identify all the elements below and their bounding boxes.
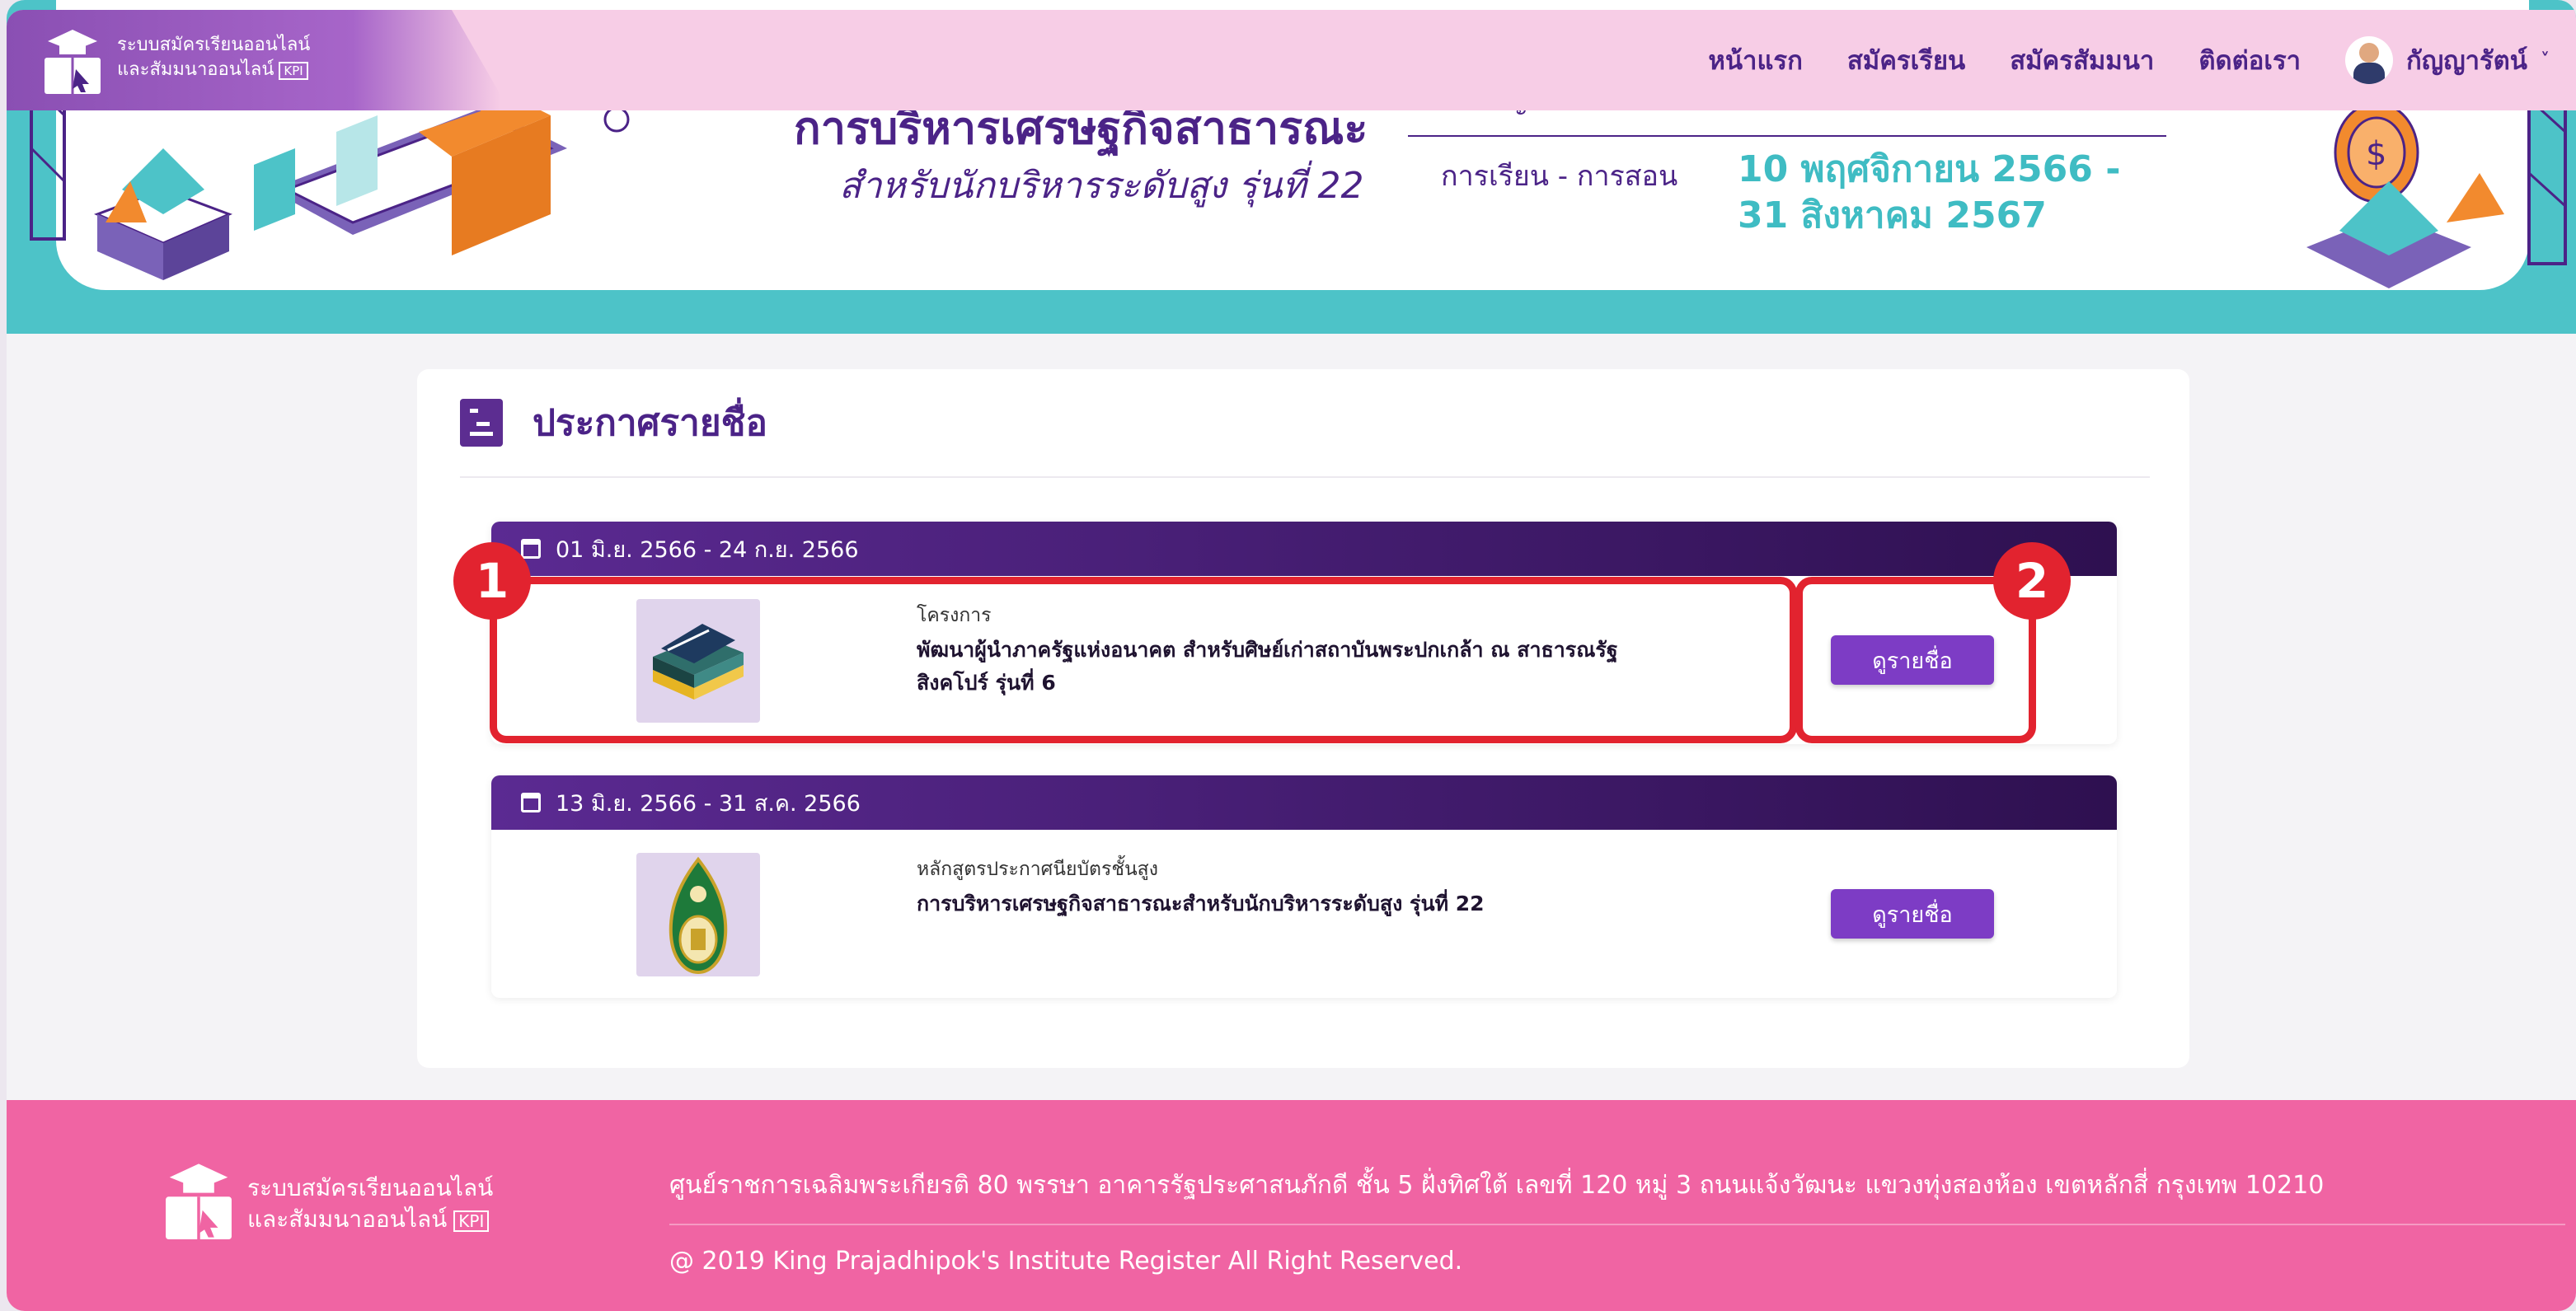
item-date-range: 01 มิ.ย. 2566 - 24 ก.ย. 2566 (556, 536, 859, 563)
nav-home[interactable]: หน้าแรก (1708, 40, 1802, 81)
document-icon (460, 399, 503, 447)
list-item: 13 มิ.ย. 2566 - 31 ส.ค. 2566 หลักสูตรประ… (491, 775, 2117, 998)
card-header: ประกาศรายชื่อ (460, 394, 767, 452)
item-thumbnail (636, 853, 760, 976)
footer-divider (669, 1224, 2565, 1225)
step-marker-2: 2 (1993, 542, 2071, 620)
logo-text: ระบบสมัครเรียนออนไลน์ และสัมมนาออนไลน์ KP… (117, 33, 310, 82)
item-date-bar: 13 มิ.ย. 2566 - 31 ส.ค. 2566 (491, 775, 2117, 830)
logo-line2: และสัมมนาออนไลน์ (117, 59, 274, 80)
site-footer: ระบบสมัครเรียนออนไลน์ และสัมมนาออนไลน์ KP… (7, 1100, 2576, 1311)
kpi-badge: KPI (279, 62, 308, 80)
footer-logo-line2: และสัมมนาออนไลน์ (247, 1206, 448, 1233)
banner-schedule-label: การเรียน - การสอน (1441, 160, 1678, 193)
item-date-range: 13 มิ.ย. 2566 - 31 ส.ค. 2566 (556, 790, 861, 817)
user-name: กัญญารัตน์ (2406, 46, 2527, 76)
user-menu[interactable]: กัญญารัตน์ ˅ (2345, 36, 2550, 84)
avatar (2345, 36, 2394, 84)
card-divider (460, 476, 2150, 478)
footer-copyright: @ 2019 King Prajadhipok's Institute Regi… (669, 1247, 1463, 1276)
step-marker-1: 1 (453, 542, 531, 620)
svg-text:$: $ (2366, 135, 2386, 173)
nav-register-seminar[interactable]: สมัครสัมมนา (2010, 40, 2154, 81)
highlight-box-1 (490, 577, 1797, 743)
banner-subtitle: สำหรับนักบริหารระดับสูง รุ่นที่ 22 (839, 165, 1364, 207)
banner-date-line1: 10 พฤศจิกายน 2566 - (1738, 148, 2121, 190)
emblem-icon (669, 856, 728, 975)
calendar-icon (521, 539, 541, 559)
graduation-cap-logo-icon (45, 30, 101, 94)
footer-logo-text: ระบบสมัครเรียนออนไลน์ และสัมมนาออนไลน์ KP… (247, 1173, 493, 1235)
banner-divider (1408, 135, 2166, 137)
calendar-icon (521, 793, 541, 812)
main-menu: หน้าแรก สมัครเรียน สมัครสัมมนา ติดต่อเรา… (1708, 10, 2576, 110)
top-navbar: ระบบสมัครเรียนออนไลน์ และสัมมนาออนไลน์ KP… (7, 10, 2576, 110)
nav-register-course[interactable]: สมัครเรียน (1847, 40, 1965, 81)
item-date-bar: 01 มิ.ย. 2566 - 24 ก.ย. 2566 (491, 522, 2117, 576)
footer-kpi-badge: KPI (453, 1210, 490, 1232)
banner-date-line2: 31 สิงหาคม 2567 (1738, 194, 2047, 236)
banner-schedule-dates: 10 พฤศจิกายน 2566 - 31 สิงหาคม 2567 (1738, 147, 2120, 239)
footer-address: ศูนย์ราชการเฉลิมพระเกียรติ 80 พรรษา อาคา… (669, 1171, 2325, 1200)
item-category: หลักสูตรประกาศนียบัตรชั้นสูง (917, 859, 1158, 880)
card-title: ประกาศรายชื่อ (533, 402, 767, 444)
graduation-cap-logo-icon (166, 1164, 232, 1239)
item-title: การบริหารเศรษฐกิจสาธารณะสำหรับนักบริหารร… (917, 892, 1485, 915)
footer-logo-line1: ระบบสมัครเรียนออนไลน์ (247, 1174, 494, 1201)
chevron-down-icon: ˅ (2541, 49, 2550, 71)
view-list-button[interactable]: ดูรายชื่อ (1831, 889, 1994, 939)
page-frame: $ การบริหารเศรษฐกิจสาธารณะ สำหรับนักบริห… (7, 0, 2576, 1311)
nav-contact[interactable]: ติดต่อเรา (2198, 40, 2301, 81)
site-logo[interactable]: ระบบสมัครเรียนออนไลน์ และสัมมนาออนไลน์ KP… (7, 10, 501, 110)
logo-line1: ระบบสมัครเรียนออนไลน์ (117, 35, 311, 55)
